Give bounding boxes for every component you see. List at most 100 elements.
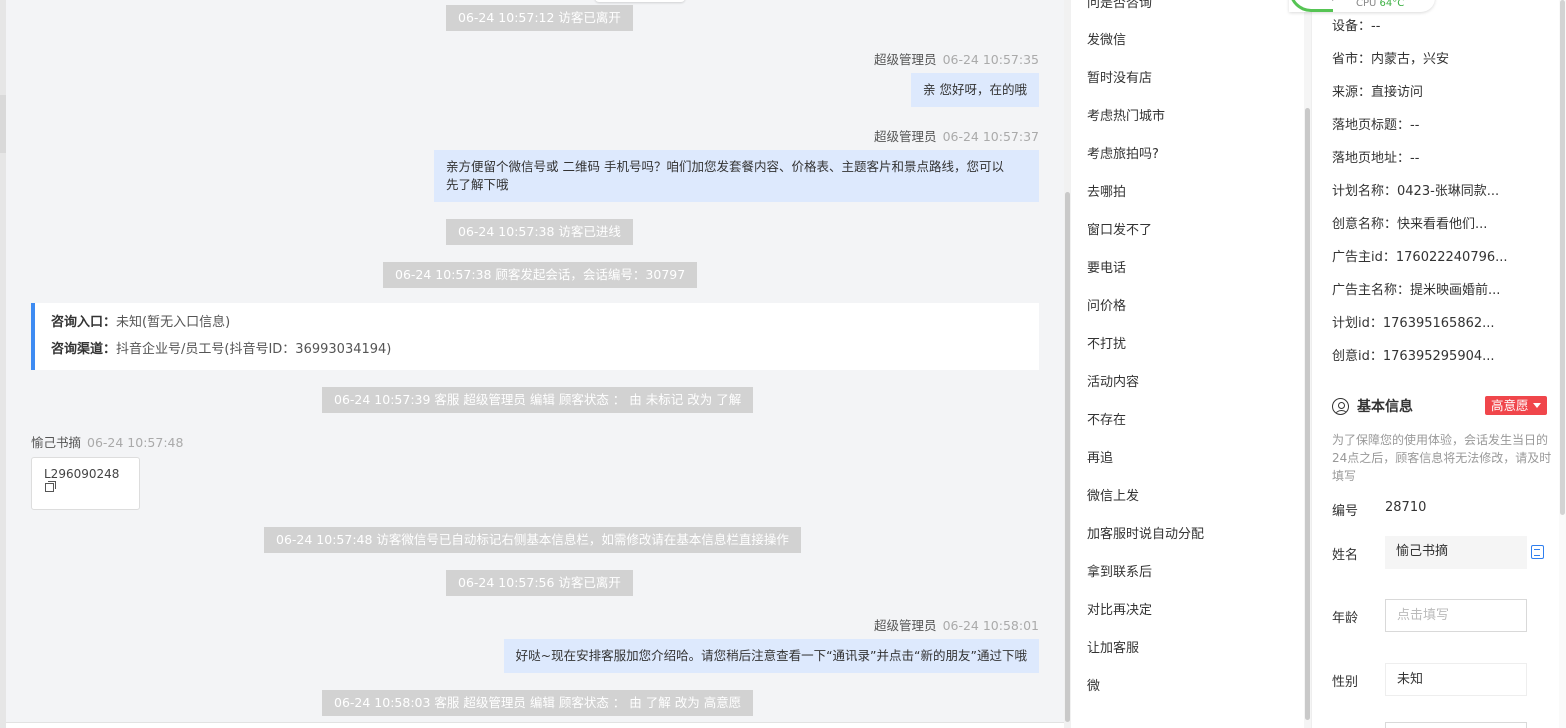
quick-reply-item[interactable]: 考虑热门城市 [1087, 105, 1165, 124]
info-line-landing-title: 落地页标题：-- [1332, 114, 1419, 133]
message-line: 先了解下哦 [446, 177, 509, 192]
quick-reply-item[interactable]: 要电话 [1087, 257, 1126, 276]
info-value: 内蒙古，兴安 [1371, 52, 1450, 67]
edit-note-icon[interactable] [1531, 545, 1544, 559]
consult-channel-label: 咨询渠道： [51, 342, 117, 357]
info-value: 176022240796... [1395, 250, 1508, 265]
chat-scrollbar[interactable] [1064, 0, 1071, 728]
quick-reply-item[interactable]: 加客服时说自动分配 [1087, 523, 1204, 542]
customer-info-panel: 设备：-- 省市：内蒙古，兴安 来源：直接访问 落地页标题：-- 落地页地址：-… [1311, 0, 1566, 728]
info-label: 创意名称： [1332, 217, 1398, 232]
cpu-label: CPU [1356, 0, 1377, 9]
sender-name: 超级管理员 [874, 52, 937, 67]
cpu-temp: 64°C [1379, 0, 1405, 9]
info-value: 快来看看他们... [1397, 217, 1488, 232]
visitor-message-text: L296090248 [44, 467, 120, 481]
info-label: 落地页标题： [1332, 118, 1411, 133]
consult-entry-label: 咨询入口： [51, 315, 117, 330]
quick-reply-item[interactable]: 问是否咨询 [1087, 0, 1152, 11]
sender-name: 超级管理员 [874, 129, 937, 144]
info-value: 0423-张琳同款... [1397, 184, 1500, 199]
info-label: 计划名称： [1332, 184, 1398, 199]
gender-select[interactable]: 未知 [1385, 663, 1527, 696]
info-line-advertiser-id: 广告主id：176022240796... [1332, 246, 1508, 265]
visitor-message-card[interactable]: L296090248 [31, 457, 140, 510]
info-value: -- [1371, 19, 1381, 34]
quick-reply-item[interactable]: 问价格 [1087, 295, 1126, 314]
quick-reply-item[interactable]: 让加客服 [1087, 637, 1139, 656]
age-label: 年龄 [1332, 611, 1359, 626]
system-event: 06-24 10:57:48 访客微信号已自动标记右侧基本信息栏，如需修改请在基… [264, 527, 801, 553]
info-panel-scrollbar-thumb[interactable] [1560, 0, 1565, 515]
quick-reply-item[interactable]: 再追 [1087, 447, 1113, 466]
info-label: 广告主名称： [1332, 283, 1411, 298]
agent-message-bubble: 亲 您好呀，在的哦 [911, 73, 1039, 107]
age-input[interactable]: 点击填写 [1385, 599, 1527, 632]
chat-scrollbar-thumb[interactable] [1065, 192, 1070, 722]
info-line-source: 来源：直接访问 [1332, 81, 1423, 100]
info-label: 落地页地址： [1332, 151, 1411, 166]
message-time: 06-24 10:57:37 [942, 129, 1039, 144]
info-value: 176395165862... [1382, 316, 1495, 331]
chat-panel: 06-24 10:57:12 访客已离开 超级管理员 06-24 10:57:35… [6, 0, 1064, 728]
popup-edge [595, 0, 685, 2]
quick-reply-item[interactable]: 对比再决定 [1087, 599, 1152, 618]
gender-label: 性别 [1332, 675, 1359, 690]
quick-reply-item[interactable]: 活动内容 [1087, 371, 1139, 390]
quick-reply-item[interactable]: 拿到联系后 [1087, 561, 1152, 580]
system-event: 06-24 10:57:38 顾客发起会话，会话编号：30797 [383, 262, 698, 288]
quick-reply-item[interactable]: 微信上发 [1087, 485, 1139, 504]
info-line-creative-name: 创意名称：快来看看他们... [1332, 213, 1487, 232]
system-event: 06-24 10:57:56 访客已离开 [446, 570, 633, 596]
id-label: 编号 [1332, 504, 1359, 519]
quick-reply-scrollbar[interactable] [1304, 0, 1311, 728]
cpu-ring-icon [1289, 0, 1333, 12]
sender-name: 愉己书摘 [31, 435, 82, 450]
agent-message-bubble: 好哒~现在安排客服加您介绍哈。请您稍后注意查看一下“通讯录”并点击“新的朋友”通… [503, 639, 1039, 673]
quick-reply-item[interactable]: 微 [1087, 675, 1100, 694]
message-time: 06-24 10:57:35 [942, 52, 1039, 67]
copy-icon[interactable] [45, 481, 56, 492]
basic-info-title: 基本信息 [1332, 396, 1413, 416]
arrow-icon: ↑ [1329, 0, 1337, 4]
system-event: 06-24 10:57:39 客服 超级管理员 编辑 顾客状态 ： 由 未标记 … [322, 387, 754, 413]
message-meta: 超级管理员 06-24 10:57:37 [874, 126, 1039, 145]
info-line-creative-id: 创意id：176395295904... [1332, 345, 1495, 364]
system-event: 06-24 10:58:03 客服 超级管理员 编辑 顾客状态 ： 由 了解 改… [322, 690, 754, 716]
message-time: 06-24 10:57:48 [87, 435, 184, 450]
system-event: 06-24 10:57:38 访客已进线 [446, 219, 633, 245]
quick-reply-item[interactable]: 去哪拍 [1087, 181, 1126, 200]
info-label: 广告主id： [1332, 250, 1396, 265]
next-field-box[interactable] [1385, 722, 1527, 728]
chat-input-area[interactable] [6, 722, 1064, 728]
info-line-landing-url: 落地页地址：-- [1332, 147, 1419, 166]
message-meta: 愉己书摘 06-24 10:57:48 [31, 432, 183, 451]
quick-reply-item[interactable]: 窗口发不了 [1087, 219, 1152, 238]
id-value: 28710 [1385, 500, 1427, 515]
info-value: 提米映画婚前... [1410, 283, 1501, 298]
name-field[interactable]: 愉己书摘 [1385, 536, 1527, 569]
edit-notice: 为了保障您的使用体验，会话发生当日的24点之后，顾客信息将无法修改，请及时填写 [1332, 433, 1552, 483]
info-label: 设备： [1332, 19, 1372, 34]
quick-reply-item[interactable]: 考虑旅拍吗? [1087, 143, 1159, 162]
user-circle-icon [1332, 397, 1349, 415]
quick-reply-item[interactable]: 不打扰 [1087, 333, 1126, 352]
quick-reply-item[interactable]: 不存在 [1087, 409, 1126, 428]
consult-channel-value: 抖音企业号/员工号(抖音号ID：36993034194) [116, 342, 392, 357]
caret-down-icon [1532, 403, 1541, 408]
info-value: -- [1410, 118, 1420, 133]
quick-reply-scrollbar-thumb[interactable] [1305, 108, 1310, 720]
consult-info-card: 咨询入口：未知(暂无入口信息) 咨询渠道：抖音企业号/员工号(抖音号ID：369… [31, 303, 1039, 370]
intent-status-dropdown[interactable]: 高意愿 [1485, 396, 1547, 415]
info-label: 省市： [1332, 52, 1372, 67]
info-label: 计划id： [1332, 316, 1383, 331]
name-label: 姓名 [1332, 548, 1359, 563]
quick-reply-item[interactable]: 暂时没有店 [1087, 67, 1152, 86]
cpu-monitor-widget[interactable]: ↑ CPU 64°C [1289, 0, 1435, 12]
message-time: 06-24 10:58:01 [942, 618, 1039, 633]
info-value: -- [1410, 151, 1420, 166]
quick-reply-item[interactable]: 发微信 [1087, 29, 1126, 48]
consult-entry-value: 未知(暂无入口信息) [116, 315, 231, 330]
info-panel-scrollbar[interactable] [1559, 0, 1566, 728]
message-line: 亲方便留个微信号或 二维码 手机号吗？咱们加您发套餐内容、价格表、主题客片和景点… [446, 159, 1004, 174]
